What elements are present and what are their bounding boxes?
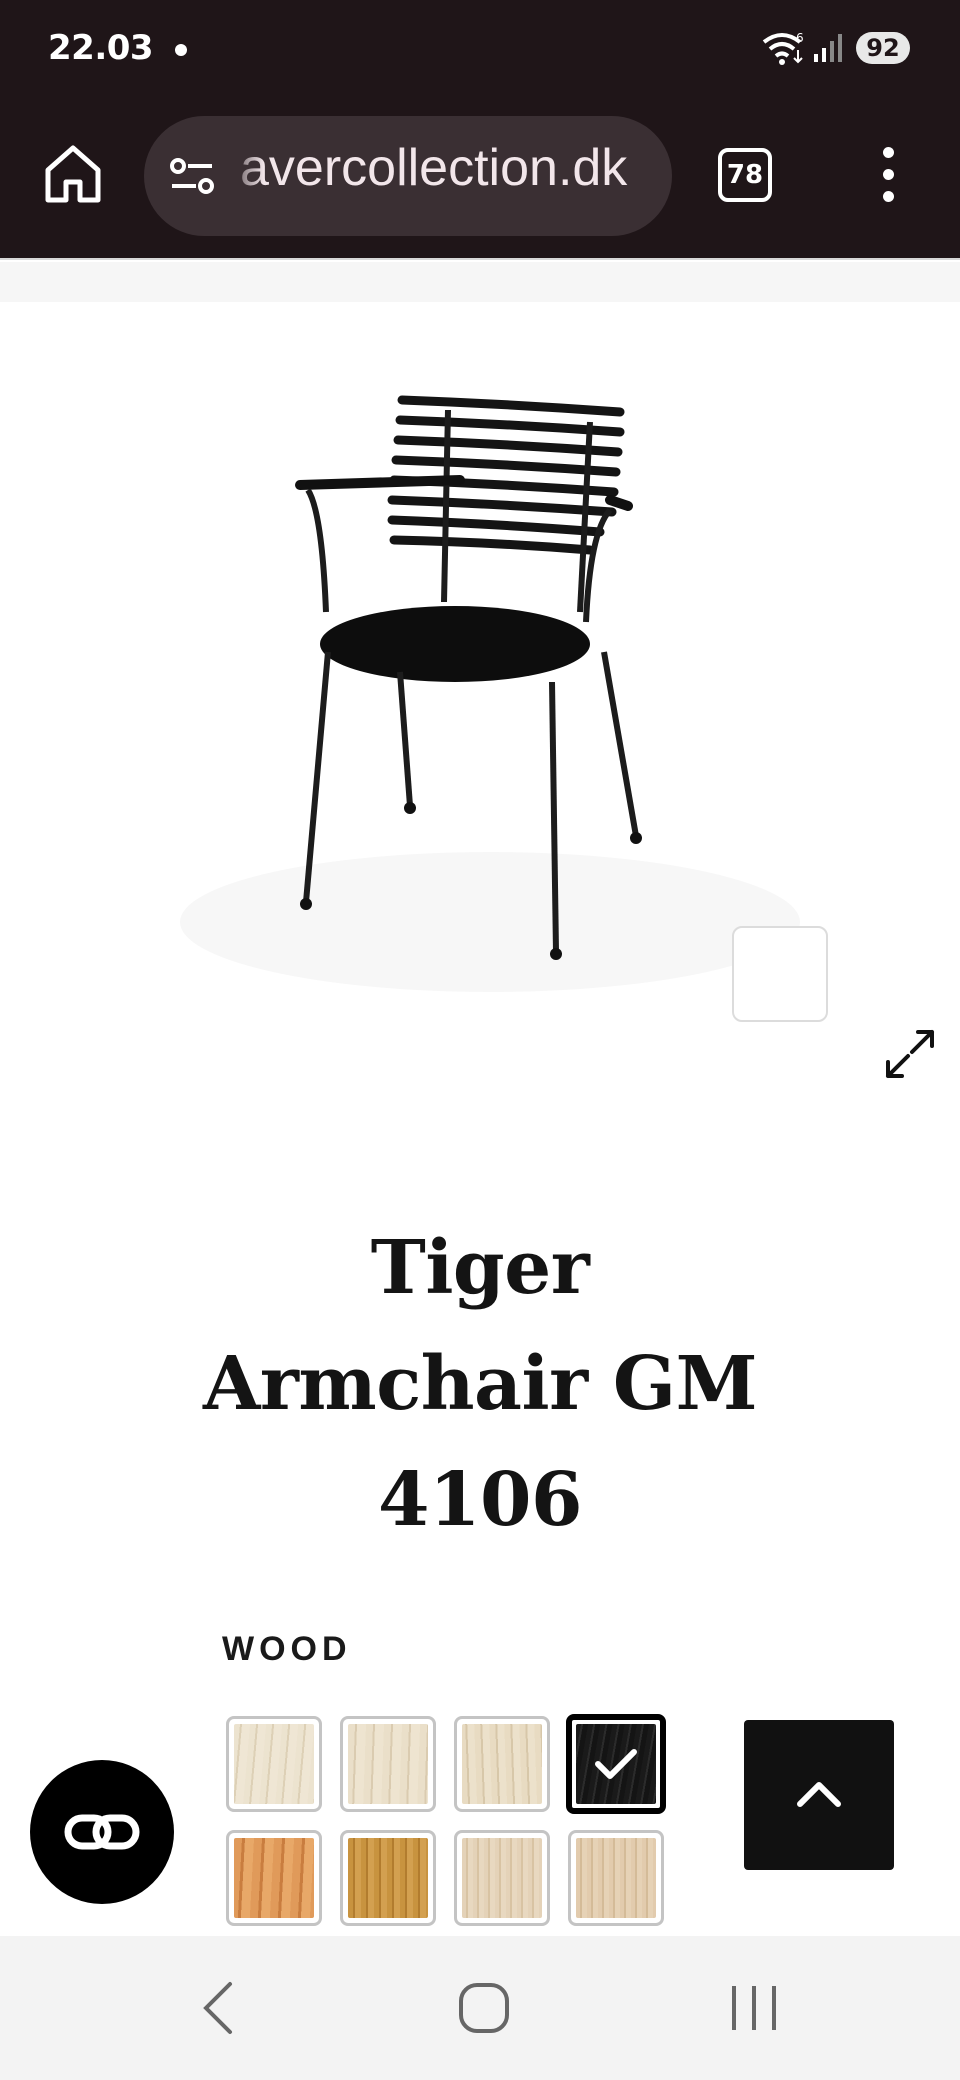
more-menu-icon[interactable] <box>872 144 904 208</box>
product-image[interactable] <box>0 302 960 1078</box>
site-settings-icon[interactable] <box>168 156 216 196</box>
swatch-light-birch-3[interactable] <box>454 1716 550 1812</box>
expand-image-button[interactable] <box>732 926 934 1078</box>
chat-link-icon <box>64 1814 140 1850</box>
swatch-cherry[interactable] <box>226 1830 322 1926</box>
network-badge: 6 <box>796 31 804 45</box>
url-fade <box>224 116 264 236</box>
swatch-light-birch-2[interactable] <box>340 1716 436 1812</box>
swatch-light-oak-1[interactable] <box>454 1830 550 1926</box>
armchair-image <box>180 395 800 992</box>
recents-icon[interactable] <box>726 1980 782 2036</box>
swatch-oak[interactable] <box>340 1830 436 1926</box>
swatch-light-oak-2[interactable] <box>568 1830 664 1926</box>
tabs-button[interactable]: 78 <box>718 148 772 202</box>
status-time: 22.03 <box>48 28 154 68</box>
system-navigation-bar <box>0 1936 960 2080</box>
back-icon[interactable] <box>196 1980 240 2036</box>
battery-indicator: 92 <box>856 32 910 64</box>
swatch-black-selected[interactable] <box>566 1714 666 1814</box>
product-title-line-2: Armchair GM <box>203 1341 757 1427</box>
scroll-to-top-button[interactable] <box>744 1720 894 1870</box>
page-header-strip <box>0 262 960 302</box>
product-title: Tiger Armchair GM 4106 <box>130 1210 830 1558</box>
swatch-light-birch-1[interactable] <box>226 1716 322 1812</box>
wifi-icon: 6 <box>762 31 804 65</box>
status-bar: 22.03 6 92 <box>0 0 960 100</box>
product-title-line-1: Tiger <box>370 1225 590 1311</box>
check-icon <box>595 1749 637 1779</box>
chat-widget-button[interactable] <box>30 1760 174 1904</box>
signal-icon <box>814 34 842 62</box>
url-text: avercollection.dk <box>240 139 628 197</box>
notification-dot <box>175 44 187 56</box>
browser-toolbar: avercollection.dk 78 <box>0 100 960 260</box>
expand-icon <box>886 1030 934 1078</box>
product-title-line-3: 4106 <box>378 1457 582 1543</box>
chevron-up-icon <box>797 1782 841 1807</box>
home-nav-icon[interactable] <box>456 1980 512 2036</box>
address-bar[interactable]: avercollection.dk <box>144 116 672 236</box>
wood-option-label: WOOD <box>222 1630 352 1668</box>
home-icon[interactable] <box>40 140 106 206</box>
